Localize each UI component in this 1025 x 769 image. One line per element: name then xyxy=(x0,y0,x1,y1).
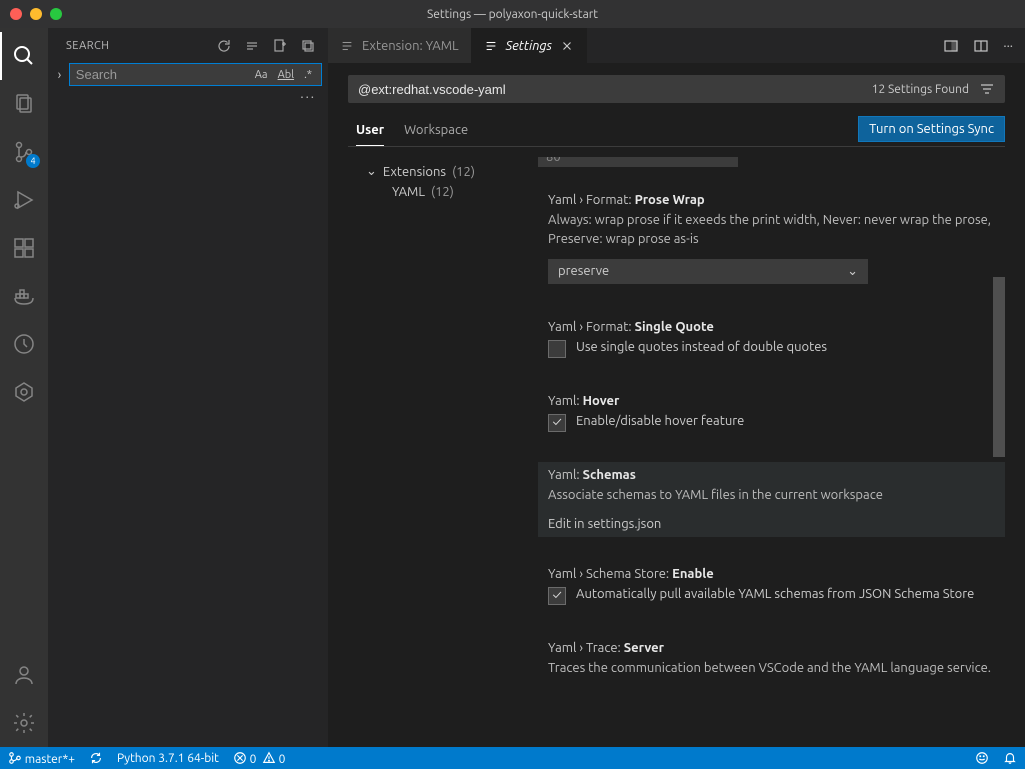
refresh-icon[interactable] xyxy=(216,38,232,54)
activity-settings[interactable] xyxy=(0,699,48,747)
activity-extensions[interactable] xyxy=(0,224,48,272)
activity-search[interactable] xyxy=(0,32,48,80)
setting-schema-store: Yaml › Schema Store: Enable Automaticall… xyxy=(538,561,1005,611)
activity-docker[interactable] xyxy=(0,272,48,320)
search-more-icon[interactable]: ··· xyxy=(48,90,328,104)
search-input[interactable] xyxy=(76,67,252,82)
layout-icon[interactable] xyxy=(973,38,989,54)
activity-kubernetes[interactable] xyxy=(0,368,48,416)
match-word-toggle[interactable]: Abl xyxy=(275,68,297,82)
regex-toggle[interactable]: .* xyxy=(301,68,315,82)
print-width-input[interactable]: 80 xyxy=(538,157,738,167)
tab-settings[interactable]: Settings xyxy=(472,28,587,63)
clear-icon[interactable] xyxy=(244,38,260,54)
collapse-icon[interactable] xyxy=(300,38,316,54)
activity-source-control[interactable]: 4 xyxy=(0,128,48,176)
scope-workspace[interactable]: Workspace xyxy=(404,123,468,146)
editor-area: Extension: YAML Settings ··· 12 Settings… xyxy=(328,28,1025,747)
match-case-toggle[interactable]: Aa xyxy=(252,68,271,82)
search-expand-icon[interactable]: › xyxy=(54,68,65,82)
tab-label: Extension: YAML xyxy=(362,39,459,53)
filter-icon[interactable] xyxy=(979,81,995,97)
edit-settings-json-link[interactable]: Edit in settings.json xyxy=(548,517,995,531)
settings-search[interactable]: 12 Settings Found xyxy=(348,75,1005,103)
search-input-container[interactable]: Aa Abl .* xyxy=(69,63,322,86)
maximize-window-button[interactable] xyxy=(50,8,62,20)
activity-bar: 4 xyxy=(0,28,48,747)
titlebar: Settings — polyaxon-quick-start xyxy=(0,0,1025,28)
split-editor-icon[interactable] xyxy=(943,38,959,54)
tabs: Extension: YAML Settings ··· xyxy=(328,28,1025,63)
window-title: Settings — polyaxon-quick-start xyxy=(0,8,1025,21)
status-problems[interactable]: 0 0 xyxy=(233,751,286,766)
tab-extension-yaml[interactable]: Extension: YAML xyxy=(328,28,472,63)
settings-search-input[interactable] xyxy=(358,82,872,97)
prose-wrap-select[interactable]: preserve ⌄ xyxy=(548,259,868,284)
status-sync-icon[interactable] xyxy=(89,751,103,765)
sidebar: SEARCH › Aa Abl .* ··· xyxy=(48,28,328,747)
setting-schemas: Yaml: Schemas Associate schemas to YAML … xyxy=(538,462,1005,537)
settings-list: 80 Yaml › Format: Prose Wrap Always: wra… xyxy=(518,157,1005,747)
tree-extensions[interactable]: ⌄ Extensions (12) xyxy=(348,161,518,182)
settings-found-count: 12 Settings Found xyxy=(872,83,969,96)
setting-prose-wrap: Yaml › Format: Prose Wrap Always: wrap p… xyxy=(538,187,1005,290)
activity-debug[interactable] xyxy=(0,176,48,224)
settings-tree: ⌄ Extensions (12) YAML (12) xyxy=(348,157,518,747)
new-file-icon[interactable] xyxy=(272,38,288,54)
setting-hover: Yaml: Hover Enable/disable hover feature xyxy=(538,388,1005,438)
sidebar-title: SEARCH xyxy=(66,40,109,52)
chevron-down-icon: ⌄ xyxy=(366,164,377,179)
scope-user[interactable]: User xyxy=(356,123,384,146)
activity-accounts[interactable] xyxy=(0,651,48,699)
minimize-window-button[interactable] xyxy=(30,8,42,20)
more-icon[interactable]: ··· xyxy=(1003,39,1013,53)
status-branch[interactable]: master*+ xyxy=(8,751,75,766)
scm-badge: 4 xyxy=(26,154,40,168)
status-python[interactable]: Python 3.7.1 64-bit xyxy=(117,752,219,765)
status-bell-icon[interactable] xyxy=(1003,751,1017,765)
chevron-down-icon: ⌄ xyxy=(847,264,858,279)
status-bar: master*+ Python 3.7.1 64-bit 0 0 xyxy=(0,747,1025,769)
close-window-button[interactable] xyxy=(10,8,22,20)
setting-single-quote: Yaml › Format: Single Quote Use single q… xyxy=(538,314,1005,364)
tree-yaml[interactable]: YAML (12) xyxy=(348,182,518,202)
activity-timeline[interactable] xyxy=(0,320,48,368)
single-quote-checkbox[interactable] xyxy=(548,340,566,358)
schema-store-checkbox[interactable] xyxy=(548,587,566,605)
activity-explorer[interactable] xyxy=(0,80,48,128)
scrollbar[interactable] xyxy=(993,157,1005,747)
close-icon[interactable] xyxy=(560,39,574,53)
tab-label: Settings xyxy=(506,39,552,53)
setting-trace-server: Yaml › Trace: Server Traces the communic… xyxy=(538,635,1005,684)
window-controls xyxy=(0,8,62,20)
settings-sync-button[interactable]: Turn on Settings Sync xyxy=(858,116,1005,142)
hover-checkbox[interactable] xyxy=(548,414,566,432)
status-feedback-icon[interactable] xyxy=(975,751,989,765)
